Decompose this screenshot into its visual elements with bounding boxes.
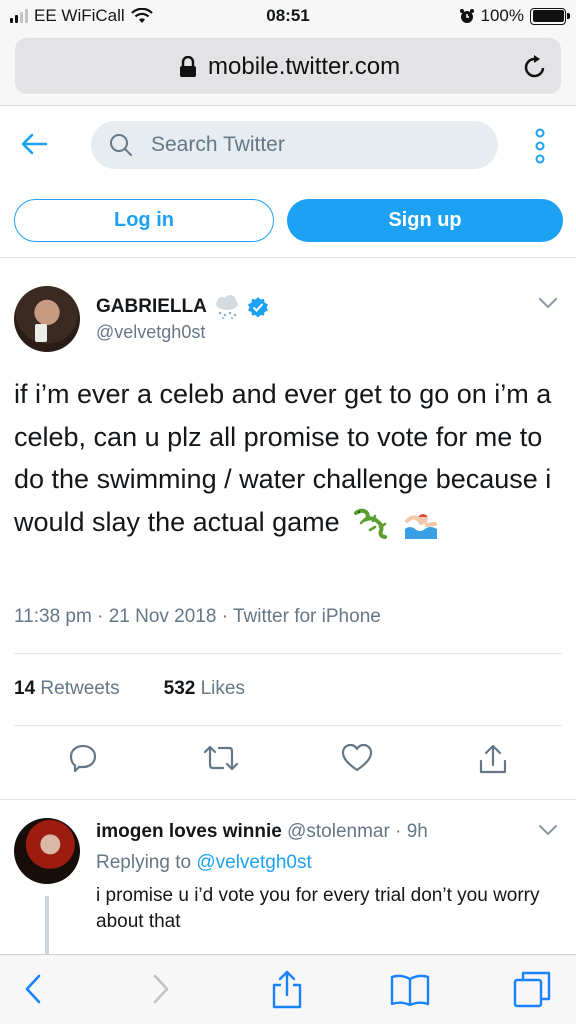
browser-toolbar bbox=[0, 954, 576, 1024]
battery-percent: 100% bbox=[480, 6, 524, 25]
snow-cloud-icon bbox=[215, 295, 238, 319]
reply-icon[interactable] bbox=[68, 743, 98, 773]
tabs-icon[interactable] bbox=[512, 969, 552, 1009]
reply-age: · 9h bbox=[395, 821, 428, 842]
battery-icon bbox=[530, 7, 570, 25]
retweets-count: 14 bbox=[14, 678, 36, 699]
retweets-label: Retweets bbox=[40, 678, 120, 699]
lock-icon bbox=[180, 56, 196, 77]
address-bar[interactable]: mobile.twitter.com bbox=[15, 38, 561, 94]
chevron-down-icon[interactable] bbox=[538, 824, 558, 836]
replying-to-link[interactable]: @velvetgh0st bbox=[196, 852, 311, 873]
reply-text: i promise u i’d vote you for every trial… bbox=[96, 885, 540, 932]
retweet-icon[interactable] bbox=[203, 743, 239, 773]
more-options-icon[interactable] bbox=[534, 128, 546, 164]
search-input[interactable]: Search Twitter bbox=[91, 121, 498, 169]
thread-line bbox=[45, 896, 49, 956]
verified-badge-icon bbox=[247, 297, 268, 318]
forward-icon[interactable] bbox=[152, 973, 170, 1005]
url-text[interactable]: mobile.twitter.com bbox=[208, 53, 400, 81]
retweets-stat[interactable]: 14 Retweets bbox=[14, 678, 120, 700]
tweet-actions bbox=[0, 743, 576, 783]
avatar[interactable] bbox=[14, 818, 80, 884]
twitter-header: Search Twitter Log in Sign up bbox=[0, 106, 576, 258]
share-icon[interactable] bbox=[270, 969, 304, 1009]
reply-author[interactable]: imogen loves winnie @stolenmar · 9h bbox=[96, 821, 428, 843]
author-handle[interactable]: @velvetgh0st bbox=[96, 322, 205, 343]
swimmer-emoji-icon bbox=[404, 514, 437, 540]
divider bbox=[0, 799, 576, 800]
alarm-icon bbox=[459, 9, 474, 23]
back-arrow-icon[interactable] bbox=[20, 132, 48, 156]
divider bbox=[14, 725, 562, 726]
replying-to: Replying to @velvetgh0st bbox=[96, 852, 312, 874]
likes-stat[interactable]: 532 Likes bbox=[164, 678, 245, 700]
replying-prefix: Replying to bbox=[96, 852, 192, 873]
divider bbox=[14, 653, 562, 654]
reload-icon[interactable] bbox=[523, 54, 547, 80]
reply-handle[interactable]: @stolenmar bbox=[287, 821, 390, 842]
search-icon bbox=[110, 134, 132, 156]
like-icon[interactable] bbox=[341, 743, 373, 773]
tweet-author[interactable]: GABRIELLA bbox=[96, 295, 269, 319]
display-name[interactable]: GABRIELLA bbox=[96, 296, 207, 318]
chevron-down-icon[interactable] bbox=[538, 297, 558, 309]
tweet-stats: 14 Retweets 532 Likes bbox=[14, 678, 245, 700]
tweet-body: if i’m ever a celeb and ever get to go o… bbox=[14, 373, 564, 543]
back-icon[interactable] bbox=[24, 973, 42, 1005]
reply-display-name[interactable]: imogen loves winnie bbox=[96, 821, 282, 842]
lizard-emoji-icon bbox=[354, 509, 388, 540]
login-button[interactable]: Log in bbox=[14, 199, 274, 242]
tweet-text: if i’m ever a celeb and ever get to go o… bbox=[14, 379, 552, 537]
bookmarks-icon[interactable] bbox=[389, 973, 431, 1007]
status-bar: EE WiFiCall 08:51 100% bbox=[0, 0, 576, 34]
search-placeholder: Search Twitter bbox=[151, 133, 285, 156]
share-icon[interactable] bbox=[478, 743, 508, 775]
tweet-timestamp[interactable]: 11:38 pm · 21 Nov 2018 · Twitter for iPh… bbox=[14, 606, 381, 628]
likes-count: 532 bbox=[163, 678, 196, 699]
status-right: 100% bbox=[459, 6, 570, 26]
signup-button[interactable]: Sign up bbox=[287, 199, 563, 242]
avatar[interactable] bbox=[14, 286, 80, 352]
likes-label: Likes bbox=[200, 678, 245, 699]
browser-chrome: mobile.twitter.com bbox=[0, 34, 576, 106]
